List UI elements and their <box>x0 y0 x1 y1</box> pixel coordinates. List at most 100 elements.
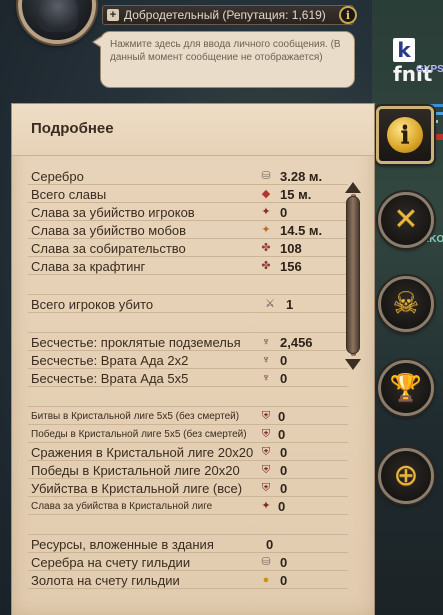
stat-row-infamy-hellgate-2x2: Бесчестье: Врата Ада 2x2 ♆ 0 <box>28 351 348 369</box>
stat-row-crystal-kills: Убийства в Кристальной лиге (все) ⛨ 0 <box>28 479 348 497</box>
pvp-fame-icon: ✦ <box>261 206 271 218</box>
stat-value: 2,456 <box>280 335 313 350</box>
stat-label: Битвы в Кристальной лиге 5x5 (без смерте… <box>31 411 240 422</box>
player-nameplate[interactable]: kfnit <box>393 38 443 86</box>
personal-message-input[interactable]: Нажмите здесь для ввода личного сообщени… <box>92 31 355 88</box>
crafting-fame-icon: ✤ <box>261 260 271 272</box>
stat-row-crystal-wins-5x5: Победы в Кристальной лиге 5x5 (без смерт… <box>28 425 348 443</box>
tab-achievements[interactable]: 🏆 <box>378 360 434 416</box>
stat-row-pve-fame: Слава за убийство мобов ✦ 14.5 м. <box>28 221 348 239</box>
stat-value: 0 <box>280 463 288 478</box>
silver-icon: ⛁ <box>261 170 271 182</box>
stat-label: Серебро <box>31 169 84 184</box>
stat-value: 0 <box>278 427 286 442</box>
stat-row-crystal-battles-20x20: Сражения в Кристальной лиге 20x20 ⛨ 0 <box>28 443 348 461</box>
scroll-up-arrow-icon[interactable] <box>345 182 361 193</box>
tab-guild[interactable]: ⊕ <box>378 448 434 504</box>
stat-value: 0 <box>280 353 288 368</box>
stat-label: Серебра на счету гильдии <box>31 555 191 570</box>
section-spacer <box>28 275 348 295</box>
player-initial-badge: k <box>393 38 415 62</box>
section-spacer <box>28 515 348 535</box>
swords-icon: ⚔ <box>265 298 275 310</box>
trophy-icon: 🏆 <box>389 373 423 403</box>
stat-row-infamy-dungeons: Бесчестье: проклятые подземелья ♆ 2,456 <box>28 333 348 351</box>
stat-value: 3.28 м. <box>280 169 323 184</box>
details-panel: Подробнее Серебро ⛁ 3.28 м. Всего славы … <box>11 103 375 615</box>
stat-label: Золота на счету гильдии <box>31 573 180 588</box>
stat-label: Убийства в Кристальной лиге (все) <box>31 481 243 496</box>
panel-scrollbar[interactable] <box>343 182 363 370</box>
stat-row-crystal-battles-5x5: Битвы в Кристальной лиге 5x5 (без смерте… <box>28 407 348 425</box>
scroll-thumb[interactable] <box>346 196 360 354</box>
stat-label: Победы в Кристальной лиге 20x20 <box>31 463 240 478</box>
hooded-figure-avatar <box>38 0 78 32</box>
crystal-icon: ⛨ <box>261 482 271 494</box>
stat-value: 0 <box>280 371 288 386</box>
stat-value: 0 <box>278 409 286 424</box>
stat-row-crystal-kill-fame: Слава за убийства в Кристальной лиге ✦ 0 <box>28 497 348 515</box>
crossed-swords-icon: ✕ <box>393 202 419 237</box>
stat-row-silver: Серебро ⛁ 3.28 м. <box>28 167 348 185</box>
tab-pvp[interactable]: ✕ <box>378 192 434 248</box>
stat-row-building-resources: Ресурсы, вложенные в здания 0 <box>28 535 348 553</box>
panel-header: Подробнее <box>12 104 374 156</box>
reputation-text: Добродетельный (Репутация: 1,619) <box>124 8 326 22</box>
stat-label: Бесчестье: Врата Ада 2x2 <box>31 353 189 368</box>
section-spacer <box>28 313 348 333</box>
stat-label: Слава за убийство игроков <box>31 205 195 220</box>
stat-row-guild-silver: Серебра на счету гильдии ⛁ 0 <box>28 553 348 571</box>
stat-label: Слава за собирательство <box>31 241 186 256</box>
stat-row-total-fame: Всего славы ◆ 15 м. <box>28 185 348 203</box>
stat-value: 15 м. <box>280 187 312 202</box>
stat-value: 156 <box>280 259 302 274</box>
reputation-bar[interactable]: + Добродетельный (Репутация: 1,619) i <box>102 5 357 25</box>
stat-row-crafting-fame: Слава за крафтинг ✤ 156 <box>28 257 348 275</box>
stat-row-crystal-wins-20x20: Победы в Кристальной лиге 20x20 ⛨ 0 <box>28 461 348 479</box>
crystal-fame-icon: ✦ <box>261 500 271 512</box>
fame-icon: ◆ <box>261 188 271 200</box>
stat-label: Всего славы <box>31 187 107 202</box>
stat-value: 0 <box>280 555 288 570</box>
infamy-icon: ♆ <box>261 372 271 384</box>
expand-icon[interactable]: + <box>107 9 119 21</box>
skull-icon: ☠ <box>392 286 420 321</box>
stat-value: 0 <box>280 445 288 460</box>
stat-value: 0 <box>280 205 288 220</box>
infamy-icon: ♆ <box>261 336 271 348</box>
silver-icon: ⛁ <box>261 556 271 568</box>
stat-label: Ресурсы, вложенные в здания <box>31 537 214 552</box>
stat-row-guild-gold: Золота на счету гильдии ● 0 <box>28 571 348 589</box>
stat-value: 0 <box>266 537 274 552</box>
stat-row-pvp-fame: Слава за убийство игроков ✦ 0 <box>28 203 348 221</box>
stats-list: Серебро ⛁ 3.28 м. Всего славы ◆ 15 м. Сл… <box>28 167 348 589</box>
tab-pve[interactable]: ☠ <box>378 276 434 332</box>
stat-row-infamy-hellgate-5x5: Бесчестье: Врата Ада 5x5 ♆ 0 <box>28 369 348 387</box>
crystal-icon: ⛨ <box>261 410 271 422</box>
stat-label: Слава за убийства в Кристальной лиге <box>31 501 213 512</box>
stat-row-gathering-fame: Слава за собирательство ✤ 108 <box>28 239 348 257</box>
stat-row-players-killed: Всего игроков убито ⚔ 1 <box>28 295 348 313</box>
tab-info[interactable]: i <box>376 106 434 164</box>
crystal-icon: ⛨ <box>261 464 271 476</box>
stat-value: 0 <box>280 573 288 588</box>
section-spacer <box>28 387 348 407</box>
pve-fame-icon: ✦ <box>261 224 271 236</box>
stat-label: Бесчестье: Врата Ада 5x5 <box>31 371 189 386</box>
stat-label: Сражения в Кристальной лиге 20x20 <box>31 445 254 460</box>
stat-value: 1 <box>286 297 294 312</box>
gold-icon: ● <box>262 574 270 586</box>
stat-value: 14.5 м. <box>280 223 323 238</box>
gathering-fame-icon: ✤ <box>261 242 271 254</box>
guild-tag: GYPS <box>416 64 443 75</box>
stat-value: 108 <box>280 241 302 256</box>
guild-crest-icon: ⊕ <box>393 458 419 493</box>
infamy-icon: ♆ <box>261 354 271 366</box>
info-icon[interactable]: i <box>339 6 357 24</box>
stat-value: 0 <box>280 481 288 496</box>
crystal-icon: ⛨ <box>261 446 271 458</box>
stat-value: 0 <box>278 499 286 514</box>
scroll-down-arrow-icon[interactable] <box>345 359 361 370</box>
panel-title: Подробнее <box>31 120 114 137</box>
stat-label: Всего игроков убито <box>31 297 154 312</box>
